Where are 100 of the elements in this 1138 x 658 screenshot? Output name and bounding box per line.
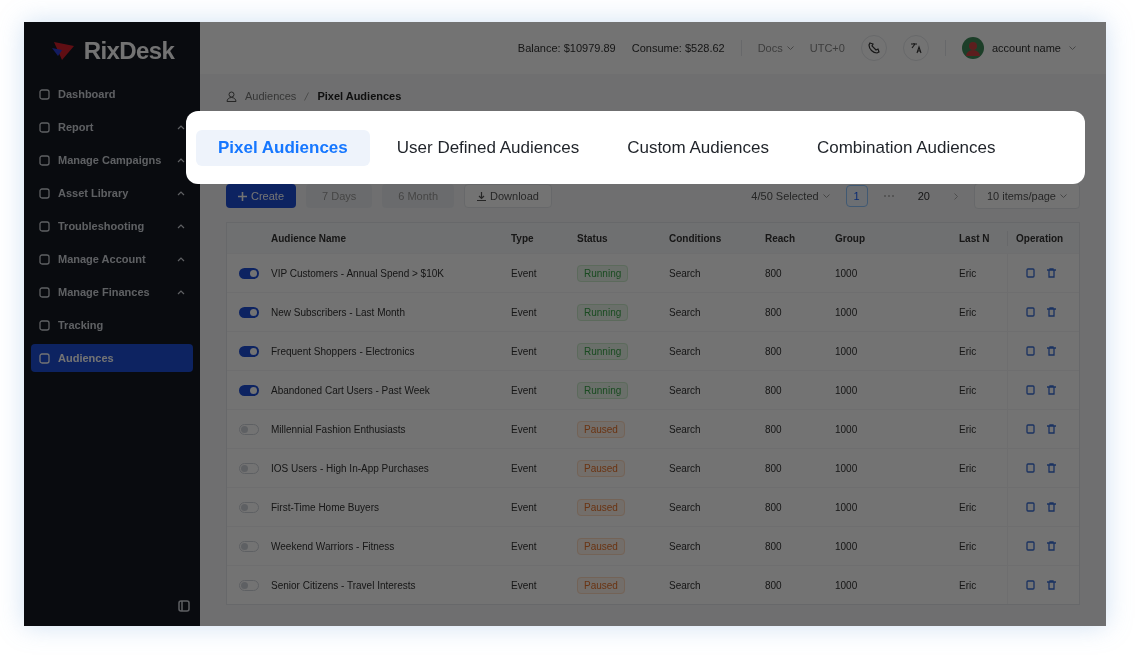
column-header: Status [577, 231, 609, 246]
table-cell-text: Event [511, 461, 538, 476]
column-header: Group [835, 231, 866, 246]
delete-button[interactable] [1047, 502, 1056, 512]
delete-button[interactable] [1047, 463, 1056, 473]
download-button[interactable]: Download [464, 184, 552, 208]
table-cell-text: 1000 [835, 500, 859, 515]
table-cell-text: 1000 [835, 539, 859, 554]
table-cell-text: Eric [959, 383, 978, 398]
table-cell-text: 1000 [835, 305, 859, 320]
status-badge: Paused [577, 420, 625, 438]
trash-icon [1047, 346, 1056, 356]
table-cell-text: 800 [765, 305, 783, 320]
sidebar-item[interactable]: Asset Library [31, 179, 193, 207]
column-header: Conditions [669, 231, 723, 246]
delete-button[interactable] [1047, 268, 1056, 278]
table-cell-text: First-Time Home Buyers [271, 500, 380, 515]
menu-item-icon [39, 352, 50, 364]
toggle-switch[interactable] [239, 306, 259, 318]
account-menu[interactable]: account name [961, 37, 1076, 59]
logo-icon [49, 40, 76, 62]
table-cell-text: Millennial Fashion Enthusiasts [271, 422, 407, 437]
table-cell-text: 1000 [835, 422, 859, 437]
page-number[interactable]: 1 [845, 185, 868, 207]
trash-icon [1047, 307, 1056, 317]
column-header: Reach [765, 231, 796, 246]
tab[interactable]: Custom Audiences [606, 129, 790, 166]
trash-icon [1047, 580, 1056, 590]
table-cell-text: Event [511, 266, 538, 281]
trash-icon [1047, 385, 1056, 395]
column-header: Last N [959, 231, 991, 246]
chevron-down-icon [1069, 46, 1076, 50]
table-cell-text: Frequent Shoppers - Electronics [271, 344, 416, 359]
column-header: Audience Name [271, 231, 348, 246]
sidebar-item[interactable]: Manage Account [31, 245, 193, 273]
menu-item-icon [39, 220, 50, 232]
status-badge: Running [577, 303, 629, 321]
delete-button[interactable] [1047, 346, 1056, 356]
selection-dropdown[interactable]: 4/50 Selected [743, 184, 838, 208]
table-cell-text: Search [669, 383, 702, 398]
menu-item-icon [39, 286, 50, 298]
status-badge: Paused [577, 459, 625, 477]
toggle-switch[interactable] [239, 267, 259, 279]
collapse-icon [178, 600, 190, 612]
page-size-dropdown[interactable]: 10 items/page [973, 183, 1080, 209]
chevron-right-icon [953, 192, 958, 200]
last-page-number[interactable]: 20 [909, 187, 938, 205]
table-cell-text: Search [669, 344, 702, 359]
menu-item-icon [39, 88, 50, 100]
sidebar-item[interactable]: Audiences [31, 344, 193, 372]
table-cell-text: IOS Users - High In-App Purchases [271, 461, 430, 476]
table-cell-text: Eric [959, 422, 978, 437]
table-cell-text: Event [511, 578, 538, 593]
table-cell-text: Eric [959, 266, 978, 281]
breadcrumb-link[interactable]: Audiences [245, 87, 297, 105]
toggle-switch[interactable] [239, 384, 259, 396]
table-cell-text: Search [669, 266, 702, 281]
delete-button[interactable] [1047, 541, 1056, 551]
table-cell-text: 1000 [835, 344, 859, 359]
table-cell-text: 1000 [835, 578, 859, 593]
menu-item-icon [39, 121, 50, 133]
audience-icon [226, 90, 237, 102]
delete-button[interactable] [1047, 385, 1056, 395]
table-cell-text: 800 [765, 422, 783, 437]
tab[interactable]: Pixel Audiences [196, 129, 370, 166]
column-header: Type [511, 231, 535, 246]
status-badge: Running [577, 264, 629, 282]
sidebar-item[interactable]: Tracking [31, 311, 193, 339]
sidebar-item[interactable]: Manage Finances [31, 278, 193, 306]
table-cell-text: New Subscribers - Last Month [271, 305, 406, 320]
status-badge: Running [577, 342, 629, 360]
sidebar-item[interactable]: Troubleshooting [31, 212, 193, 240]
table-cell-text: Eric [959, 500, 978, 515]
menu-item-icon [39, 319, 50, 331]
table-cell-text: Weekend Warriors - Fitness [271, 539, 396, 554]
trash-icon [1047, 463, 1056, 473]
delete-button[interactable] [1047, 580, 1056, 590]
avatar-icon [961, 37, 984, 59]
table-cell-text: Eric [959, 461, 978, 476]
sidebar-item[interactable]: Dashboard [31, 80, 193, 108]
status-badge: Paused [577, 498, 625, 516]
toggle-switch[interactable] [239, 345, 259, 357]
table-cell-text: 800 [765, 500, 783, 515]
menu-item-icon [39, 154, 50, 166]
table-cell-text: Search [669, 578, 702, 593]
consume-text: Consume: $528.62 [631, 40, 725, 56]
table-cell-text: Eric [959, 539, 978, 554]
table-cell-text: 1000 [835, 266, 859, 281]
table-cell-text: Search [669, 461, 702, 476]
phone-icon [867, 42, 880, 54]
separator-icon [304, 91, 310, 101]
table-cell-text: 800 [765, 383, 783, 398]
tab[interactable]: User Defined Audiences [375, 129, 601, 166]
create-button[interactable]: Create [226, 184, 297, 208]
table-cell-text: VIP Customers - Annual Spend > $10K [271, 266, 445, 281]
delete-button[interactable] [1047, 424, 1056, 434]
delete-button[interactable] [1047, 307, 1056, 317]
table-cell-text: 800 [765, 578, 783, 593]
tab[interactable]: Combination Audiences [795, 129, 1017, 166]
table-cell-text: Event [511, 500, 538, 515]
